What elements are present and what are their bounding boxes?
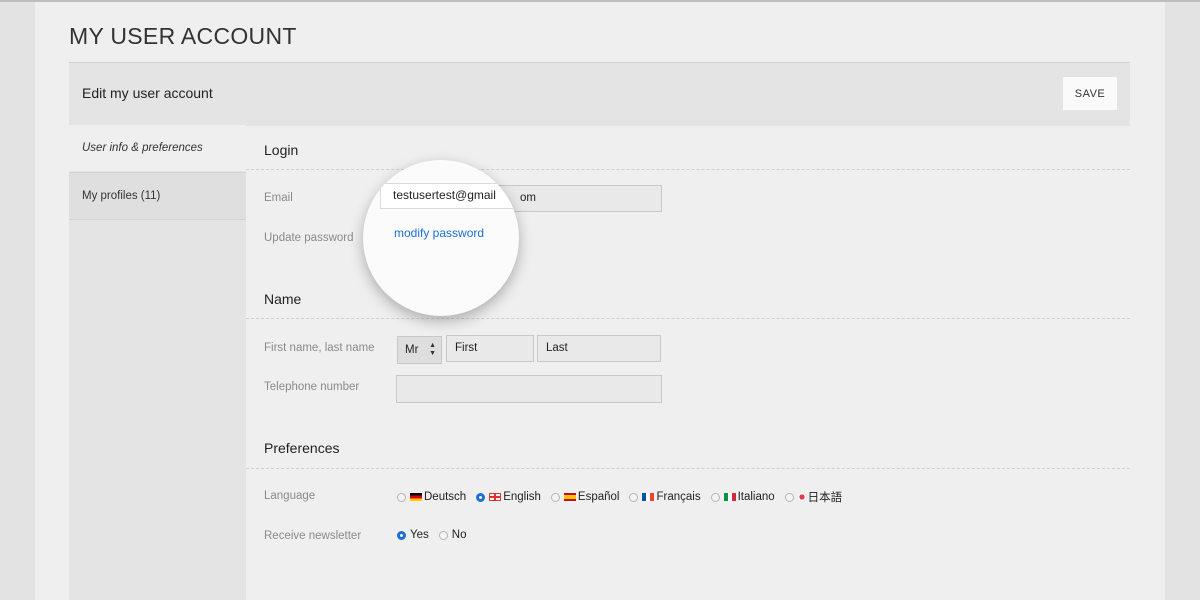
edit-header: Edit my user account SAVE: [69, 62, 1130, 126]
preferences-divider: [246, 468, 1130, 469]
italy-flag-icon: [723, 493, 736, 501]
magnified-email-field[interactable]: testusertest@gmail: [380, 183, 519, 209]
last-name-placeholder: Last: [546, 342, 568, 354]
first-name-input[interactable]: First: [446, 335, 534, 362]
radio-button[interactable]: [397, 492, 406, 502]
language-label: Language: [264, 490, 316, 502]
preferences-section-title: Preferences: [264, 440, 340, 456]
phone-label: Telephone number: [264, 381, 360, 393]
language-label-text: English: [503, 491, 541, 503]
radio-button[interactable]: [710, 492, 720, 502]
spain-flag-icon: [563, 493, 576, 501]
phone-input[interactable]: [396, 375, 662, 403]
japan-flag-icon: [797, 493, 806, 501]
language-label-text: Deutsch: [424, 491, 467, 503]
newsletter-option-no[interactable]: No: [438, 529, 467, 541]
france-flag-icon: [642, 493, 655, 501]
language-option-deutsch[interactable]: Deutsch: [397, 491, 466, 503]
language-label-text: Français: [656, 491, 701, 503]
language-label-text: Italiano: [737, 491, 775, 503]
radio-button-selected[interactable]: [397, 530, 406, 540]
language-label-text: Español: [577, 491, 620, 503]
newsletter-option-label: No: [451, 529, 467, 541]
header-title: Edit my user account: [82, 85, 213, 101]
magnifier-lens: testusertest@gmail modify password: [363, 160, 519, 316]
fullname-label: First name, last name: [264, 342, 375, 354]
page-title: MY USER ACCOUNT: [69, 23, 297, 49]
magnified-email-text: testusertest@gmail: [393, 188, 496, 202]
radio-button[interactable]: [550, 492, 560, 502]
password-label: Update password: [264, 232, 354, 244]
login-section-title: Login: [264, 142, 299, 158]
sidebar-item-profiles[interactable]: My profiles (11): [69, 172, 246, 220]
email-label: Email: [264, 192, 293, 204]
sidebar: User info & preferences My profiles (11): [69, 125, 246, 600]
language-option-japanese[interactable]: 日本語: [784, 489, 843, 505]
sidebar-item-user-info[interactable]: User info & preferences: [69, 125, 246, 171]
language-option-espanol[interactable]: Español: [550, 491, 620, 503]
sidebar-item-label: My profiles (11): [82, 190, 161, 202]
radio-button[interactable]: [438, 530, 448, 540]
name-section-title: Name: [264, 291, 302, 307]
germany-flag-icon: [410, 493, 422, 501]
language-options: Deutsch English Español Français Italian…: [397, 489, 852, 505]
uk-flag-icon: [489, 493, 502, 501]
language-option-italiano[interactable]: Italiano: [710, 491, 775, 503]
radio-button-selected[interactable]: [476, 492, 486, 502]
newsletter-options: Yes No: [397, 529, 476, 541]
radio-button[interactable]: [629, 492, 639, 502]
language-label-text: 日本語: [807, 492, 843, 504]
language-option-francais[interactable]: Français: [629, 491, 701, 503]
radio-button[interactable]: [784, 492, 794, 502]
account-page: MY USER ACCOUNT Edit my user account SAV…: [35, 2, 1165, 600]
salutation-select[interactable]: Mr ▲ ▼: [397, 336, 442, 364]
name-divider: [246, 318, 1130, 319]
select-arrows-icon: ▲ ▼: [429, 342, 436, 357]
language-option-english[interactable]: English: [476, 491, 541, 503]
save-button[interactable]: SAVE: [1063, 77, 1117, 110]
newsletter-option-label: Yes: [410, 529, 429, 541]
last-name-input[interactable]: Last: [537, 335, 661, 362]
newsletter-label: Receive newsletter: [264, 530, 362, 542]
newsletter-option-yes[interactable]: Yes: [397, 529, 429, 541]
salutation-value: Mr: [405, 344, 419, 356]
sidebar-item-label: User info & preferences: [82, 142, 203, 154]
first-name-placeholder: First: [455, 342, 478, 354]
modify-password-link[interactable]: modify password: [394, 226, 484, 240]
login-divider: [246, 169, 1130, 170]
email-field-visible-text: om: [520, 192, 536, 204]
